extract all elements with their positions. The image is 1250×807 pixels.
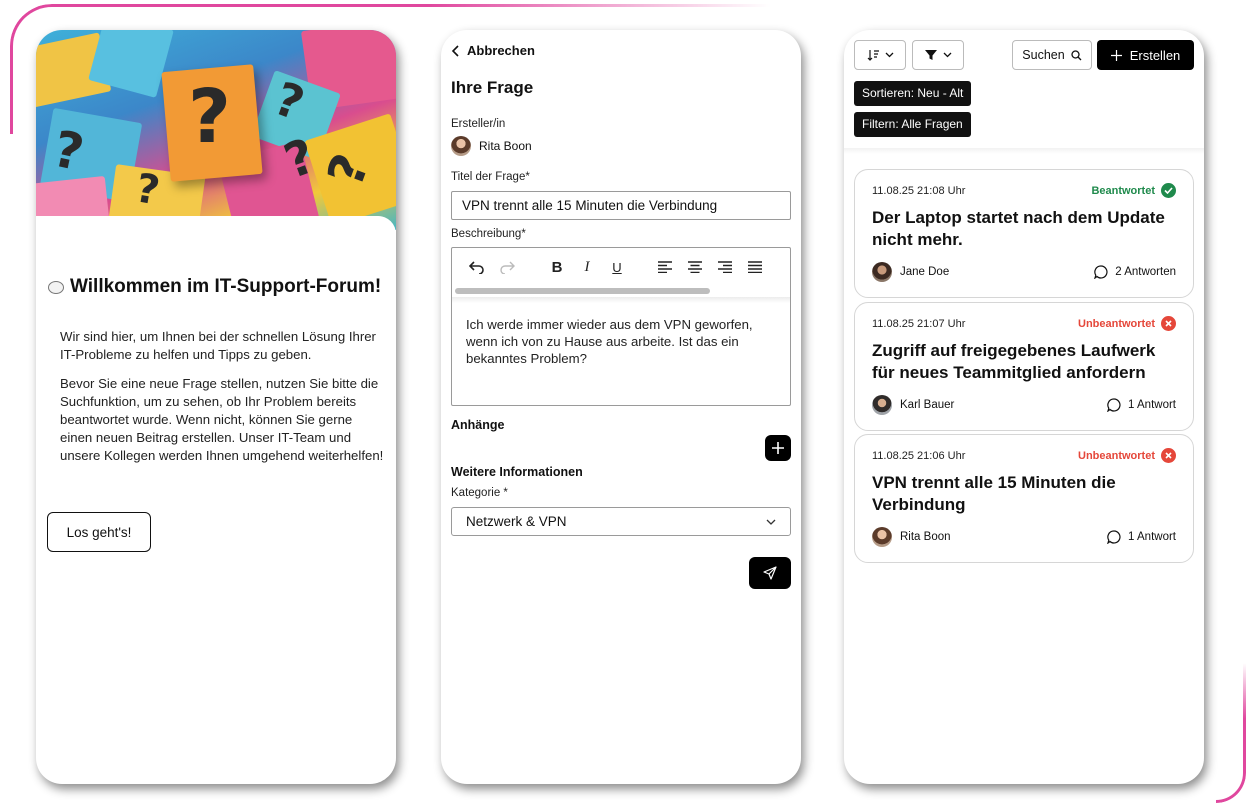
italic-button[interactable]: I <box>576 256 598 278</box>
create-label: Erstellen <box>1129 47 1181 63</box>
reply-count: 1 Antwort <box>1107 530 1176 544</box>
filter-chip[interactable]: Filtern: Alle Fragen <box>854 112 971 137</box>
card-body-edge <box>36 216 396 256</box>
toolbar-divider <box>452 297 790 303</box>
category-value: Netzwerk & VPN <box>466 514 567 529</box>
chevron-down-icon <box>766 519 776 525</box>
author-name: Rita Boon <box>479 139 532 153</box>
cancel-button[interactable]: Abbrechen <box>451 43 535 58</box>
align-center-icon[interactable] <box>684 256 706 278</box>
attachments-heading: Anhänge <box>451 418 505 432</box>
chevron-down-icon <box>943 52 951 58</box>
intro-paragraph: Wir sind hier, um Ihnen bei der schnelle… <box>60 329 376 362</box>
reply-count-text: 2 Antworten <box>1115 266 1176 278</box>
question-date: 11.08.25 21:08 Uhr <box>872 185 966 197</box>
x-circle-icon <box>1161 316 1176 331</box>
underline-button[interactable]: U <box>606 256 628 278</box>
editor-toolbar: B I U <box>452 248 790 286</box>
comment-icon <box>1107 530 1121 544</box>
reply-count: 1 Antwort <box>1107 398 1176 412</box>
start-button[interactable]: Los geht's! <box>47 512 151 552</box>
more-info-heading: Weitere Informationen <box>451 465 583 479</box>
question-date: 11.08.25 21:07 Uhr <box>872 318 966 330</box>
send-icon <box>763 566 777 580</box>
align-justify-icon[interactable] <box>744 256 766 278</box>
question-title: VPN trennt alle 15 Minuten die Verbindun… <box>872 473 1116 514</box>
plus-icon <box>772 442 784 454</box>
undo-icon[interactable] <box>466 256 488 278</box>
filter-button[interactable] <box>912 40 964 70</box>
question-author: Rita Boon <box>872 527 951 547</box>
toolbar-scrollbar[interactable] <box>455 288 710 294</box>
sort-icon <box>867 50 879 61</box>
category-select[interactable]: Netzwerk & VPN <box>451 507 791 536</box>
question-title: Zugriff auf freigegebenes Laufwerk für n… <box>872 341 1156 382</box>
info-paragraph: Bevor Sie eine neue Frage stellen, nutze… <box>60 376 384 463</box>
category-label: Kategorie * <box>451 487 508 499</box>
title-input[interactable]: VPN trennt alle 15 Minuten die Verbindun… <box>451 191 791 220</box>
status-text: Beantwortet <box>1091 184 1155 197</box>
question-card[interactable]: 11.08.25 21:08 Uhr Beantwortet Der Lapto… <box>854 169 1194 298</box>
sort-button[interactable] <box>854 40 906 70</box>
question-date: 11.08.25 21:06 Uhr <box>872 450 966 462</box>
avatar <box>872 395 892 415</box>
author-name: Jane Doe <box>900 266 950 278</box>
add-attachment-button[interactable] <box>765 435 791 461</box>
check-circle-icon <box>1161 183 1176 198</box>
cancel-label: Abbrechen <box>467 43 535 58</box>
plus-icon <box>1110 49 1122 61</box>
redo-icon[interactable] <box>496 256 518 278</box>
bold-button[interactable]: B <box>546 256 568 278</box>
header-divider <box>844 148 1204 154</box>
create-button[interactable]: Erstellen <box>1097 40 1194 70</box>
welcome-panel: ? ? ? ? ? ? Willkommen im IT-Support-For… <box>36 30 396 784</box>
reply-count-text: 1 Antwort <box>1128 531 1176 543</box>
question-author: Jane Doe <box>872 262 949 282</box>
welcome-title: Willkommen im IT-Support-Forum! <box>48 276 381 298</box>
align-right-icon[interactable] <box>714 256 736 278</box>
avatar <box>451 136 471 156</box>
description-editor[interactable]: B I U Ich werde immer wieder aus dem VPN… <box>451 247 791 406</box>
reply-count-text: 1 Antwort <box>1128 399 1176 411</box>
question-list-panel: Suchen Erstellen Sortieren: Neu - Alt Fi… <box>844 30 1204 784</box>
author-label: Ersteller/in <box>451 118 506 130</box>
filter-icon <box>924 50 937 60</box>
welcome-title-text: Willkommen im IT-Support-Forum! <box>70 276 382 297</box>
search-icon <box>1071 49 1082 60</box>
description-label: Beschreibung* <box>451 228 526 240</box>
chevron-left-icon <box>451 44 459 57</box>
x-circle-icon <box>1161 448 1176 463</box>
status-badge: Unbeantwortet <box>1078 316 1176 331</box>
speech-bubble-icon <box>48 280 64 294</box>
status-text: Unbeantwortet <box>1078 449 1155 462</box>
avatar <box>872 527 892 547</box>
hero-image: ? ? ? ? ? ? <box>36 30 396 230</box>
reply-count: 2 Antworten <box>1094 265 1176 279</box>
status-badge: Unbeantwortet <box>1078 448 1176 463</box>
author: Rita Boon <box>451 136 532 156</box>
question-author: Karl Bauer <box>872 395 954 415</box>
status-badge: Beantwortet <box>1091 183 1176 198</box>
author-name: Karl Bauer <box>900 399 955 411</box>
sort-chip[interactable]: Sortieren: Neu - Alt <box>854 81 972 106</box>
status-text: Unbeantwortet <box>1078 317 1155 330</box>
question-title: Der Laptop startet nach dem Update nicht… <box>872 208 1165 249</box>
align-left-icon[interactable] <box>654 256 676 278</box>
search-label: Suchen <box>1022 48 1065 62</box>
comment-icon <box>1107 398 1121 412</box>
decorative-frame-bottom <box>1216 663 1246 803</box>
question-card[interactable]: 11.08.25 21:06 Uhr Unbeantwortet VPN tre… <box>854 434 1194 563</box>
avatar <box>872 262 892 282</box>
description-text[interactable]: Ich werde immer wieder aus dem VPN gewor… <box>466 316 776 367</box>
comment-icon <box>1094 265 1108 279</box>
author-name: Rita Boon <box>900 531 951 543</box>
question-card[interactable]: 11.08.25 21:07 Uhr Unbeantwortet Zugriff… <box>854 302 1194 431</box>
title-label: Titel der Frage* <box>451 171 530 183</box>
question-form-panel: Abbrechen Ihre Frage Ersteller/in Rita B… <box>441 30 801 784</box>
form-heading: Ihre Frage <box>451 78 534 97</box>
search-button[interactable]: Suchen <box>1012 40 1092 70</box>
send-button[interactable] <box>749 557 791 589</box>
chevron-down-icon <box>885 52 893 58</box>
